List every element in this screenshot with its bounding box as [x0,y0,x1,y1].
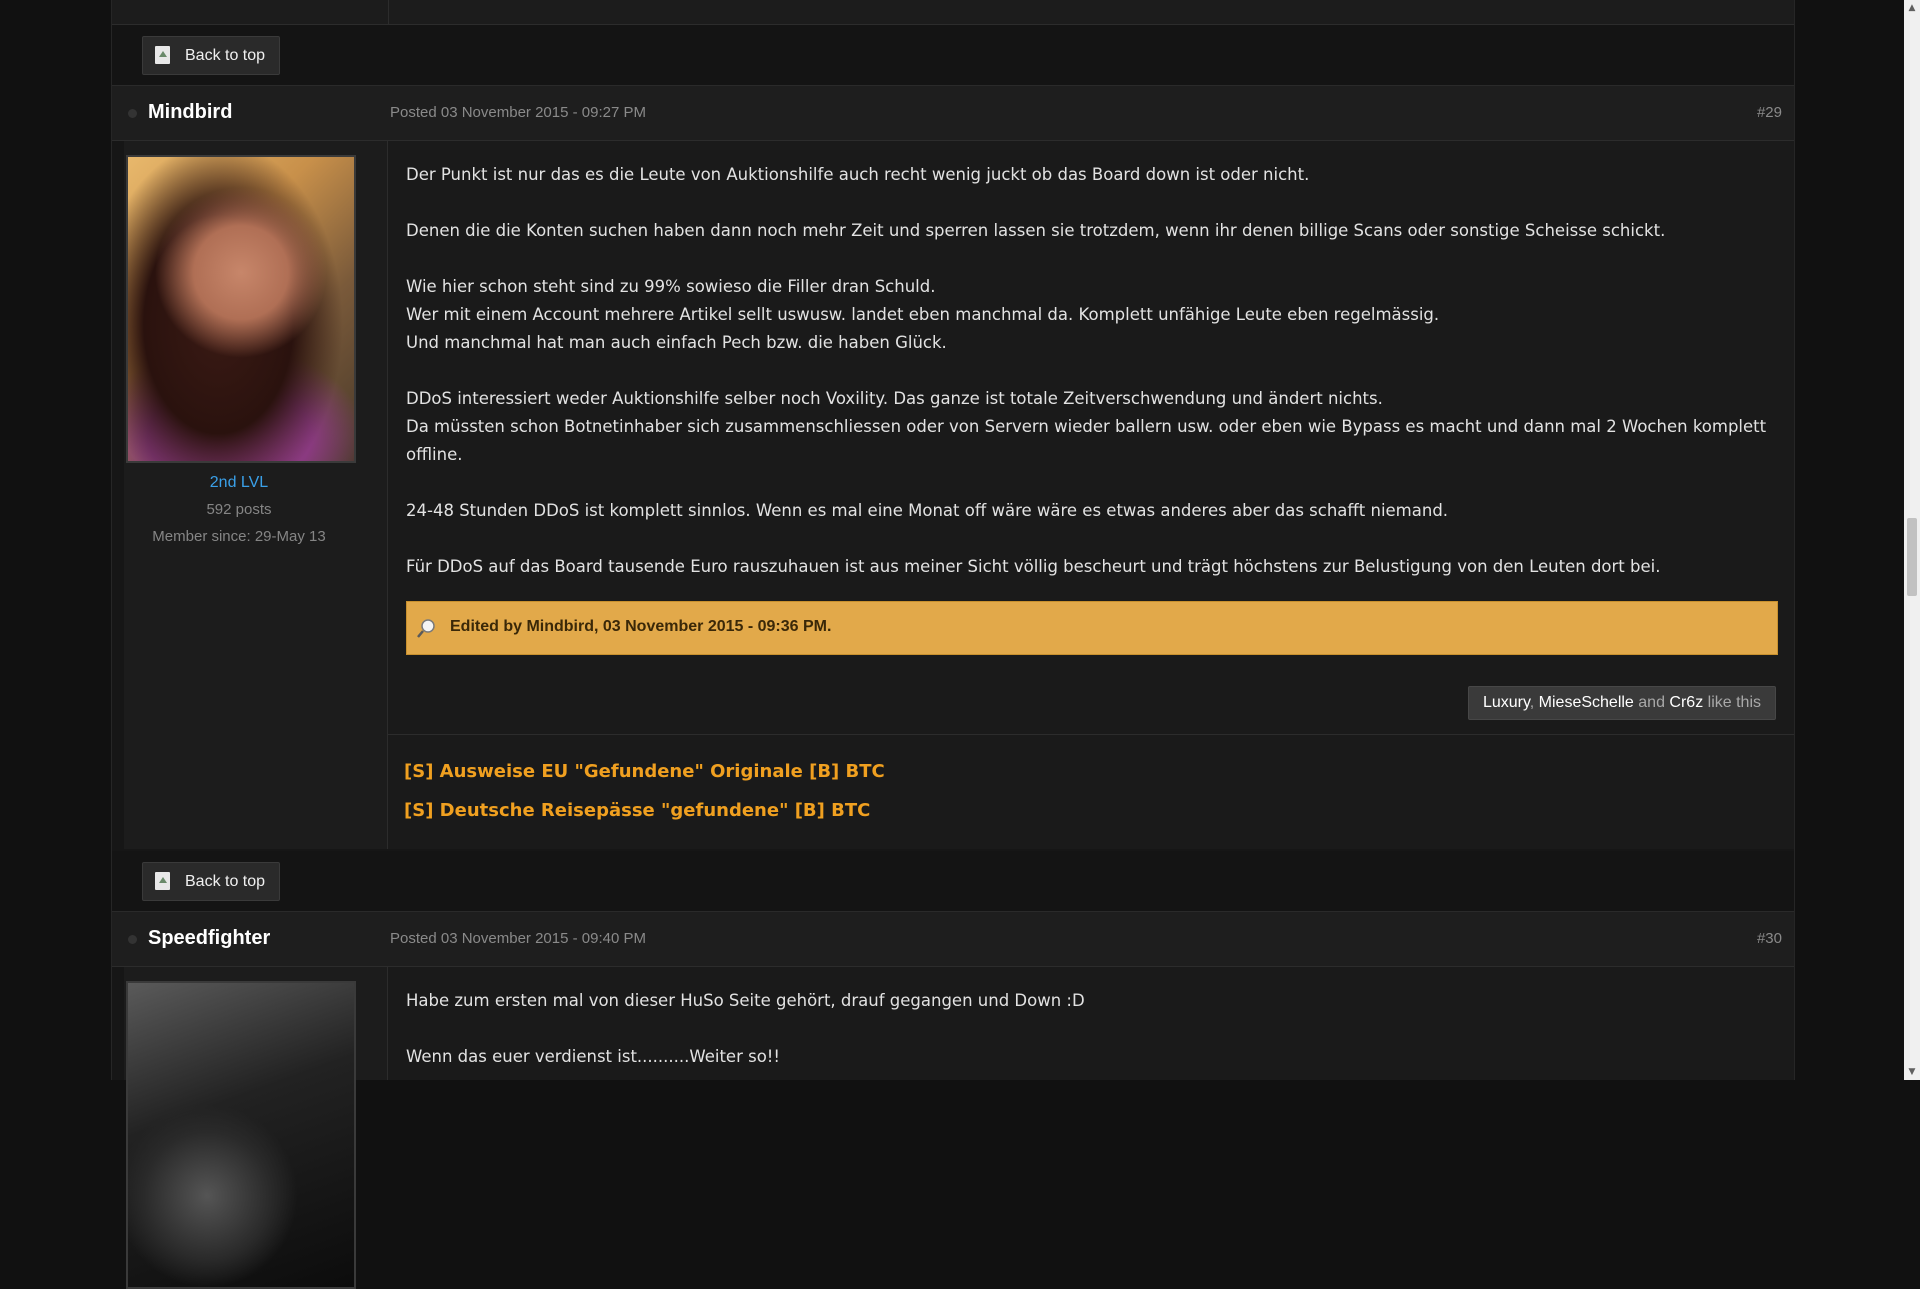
post-author-name[interactable]: Speedfighter [148,927,270,950]
author-column: 2nd LVL 592 posts Member since: 29-May 1… [124,141,388,849]
post-content: Habe zum ersten mal von dieser HuSo Seit… [388,967,1794,1080]
post-text: Habe zum ersten mal von dieser HuSo Seit… [406,987,1776,1099]
back-to-top-button[interactable]: Back to top [142,36,281,75]
user-rank[interactable]: 2nd LVL [124,474,354,492]
post-body: 2nd LVL 592 posts Member since: 29-May 1… [124,141,1794,849]
edit-notice-text: Edited by Mindbird, 03 November 2015 - 0… [450,618,832,635]
liker-link[interactable]: Cr6z [1669,694,1703,711]
page-up-icon [155,872,170,890]
signature-divider [388,734,1794,735]
likes-suffix: like this [1703,694,1761,711]
post-paragraph: Denen die die Konten suchen haben dann n… [406,221,1666,240]
offline-dot-icon [128,935,137,944]
post-date: Posted 03 November 2015 - 09:27 PM [390,104,646,121]
back-to-top-label: Back to top [185,47,266,64]
post-header: Speedfighter Posted 03 November 2015 - 0… [112,912,1794,967]
likes-separator: , [1529,694,1539,711]
post-content: Der Punkt ist nur das es die Leute von A… [388,141,1794,849]
user-member-since: Member since: 29-May 13 [152,528,326,545]
likes-summary: Luxury, MieseSchelle and Cr6z like this [1467,686,1776,720]
back-to-top-bar: Back to top [112,25,1794,86]
offline-dot-icon [128,109,137,118]
avatar[interactable] [126,981,356,1289]
post-author-name[interactable]: Mindbird [148,101,232,124]
post-date: Posted 03 November 2015 - 09:40 PM [390,930,646,947]
post-permalink[interactable]: #30 [1757,930,1782,947]
magnifier-edit-icon [417,619,435,638]
scroll-thumb[interactable] [1907,518,1917,596]
post-paragraph: Für DDoS auf das Board tausende Euro rau… [406,557,1661,576]
post-paragraph: 24-48 Stunden DDoS ist komplett sinnlos.… [406,501,1449,520]
column-divider [388,0,389,24]
post-paragraph: Wie hier schon steht sind zu 99% sowieso… [406,277,1440,352]
edit-notice: Edited by Mindbird, 03 November 2015 - 0… [406,601,1778,655]
author-column [124,967,388,1289]
post-paragraph: DDoS interessiert weder Auktionshilfe se… [406,389,1767,464]
back-to-top-bar: Back to top [112,851,1794,912]
scroll-up-arrow-icon[interactable]: ▲ [1904,0,1920,16]
signature-link[interactable]: [S] Deutsche Reisepässe "gefundene" [B] … [404,800,870,821]
page-up-icon [155,46,170,64]
liker-link[interactable]: Luxury [1483,694,1530,711]
scroll-down-arrow-icon[interactable]: ▼ [1904,1064,1920,1080]
post-paragraph: Der Punkt ist nur das es die Leute von A… [406,165,1310,184]
signature-link[interactable]: [S] Ausweise EU "Gefundene" Originale [B… [404,761,885,782]
user-post-count: 592 posts [206,501,272,518]
likes-and: and [1633,694,1670,711]
post-body: Habe zum ersten mal von dieser HuSo Seit… [124,967,1794,1289]
avatar-image [128,983,354,1287]
post-header: Mindbird Posted 03 November 2015 - 09:27… [112,86,1794,141]
post-text: Der Punkt ist nur das es die Leute von A… [406,161,1776,609]
avatar-image [128,157,354,461]
avatar[interactable] [126,155,356,463]
previous-post-remnant [112,0,1794,25]
post-paragraph: Habe zum ersten mal von dieser HuSo Seit… [406,991,1085,1010]
back-to-top-label: Back to top [185,873,266,890]
liker-link[interactable]: MieseSchelle [1539,694,1634,711]
page-scrollbar[interactable]: ▲ ▼ [1904,0,1920,1080]
post-permalink[interactable]: #29 [1757,104,1782,121]
back-to-top-button[interactable]: Back to top [142,862,281,901]
post-paragraph: Wenn das euer verdienst ist..........Wei… [406,1047,781,1066]
forum-page: Back to top Mindbird Posted 03 November … [111,0,1795,1289]
